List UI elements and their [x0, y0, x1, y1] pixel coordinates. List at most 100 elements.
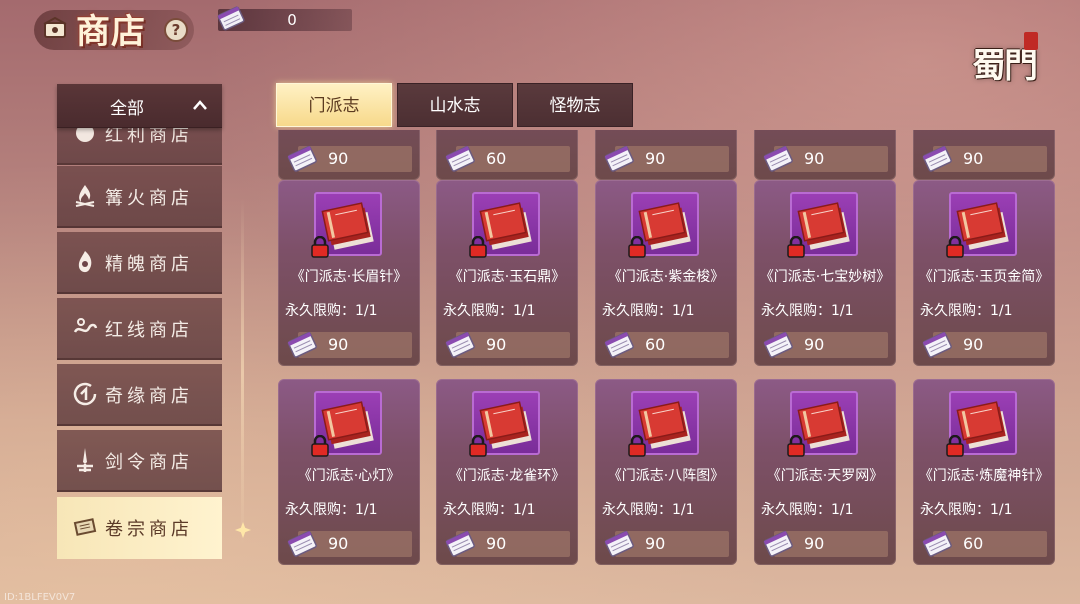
item-name: 《门派志·八阵图》: [607, 468, 725, 484]
lock-icon: [786, 434, 806, 457]
item-price: 60: [486, 149, 507, 168]
lock-icon: [786, 235, 806, 258]
purchase-limit: 永久限购：1/1: [602, 303, 695, 319]
tab-sect-records[interactable]: 门派志: [276, 83, 392, 127]
help-icon[interactable]: ?: [164, 18, 188, 42]
scroll-token-icon: [601, 140, 639, 176]
player-id: ID:1BLFEV0V7: [4, 592, 76, 603]
item-name: 《门派志·天罗网》: [766, 468, 884, 484]
item-card[interactable]: 60: [436, 130, 578, 180]
shop-stall-icon[interactable]: [42, 16, 68, 42]
fortune-icon: [73, 382, 97, 406]
item-price: 90: [804, 335, 825, 354]
logo-seal: [1024, 32, 1038, 50]
scroll-token-icon: [760, 525, 798, 561]
lock-icon: [627, 434, 647, 457]
item-card[interactable]: 90: [754, 130, 896, 180]
item-price: 90: [804, 534, 825, 553]
item-price: 90: [963, 335, 984, 354]
scroll-token-icon: [919, 140, 957, 176]
item-card[interactable]: 90: [278, 130, 420, 180]
scroll-token-icon: [442, 525, 480, 561]
item-price: 90: [645, 149, 666, 168]
item-name: 《门派志·玉页金简》: [918, 269, 1050, 285]
lock-icon: [945, 434, 965, 457]
item-price: 60: [645, 335, 666, 354]
scroll-token-icon: [284, 525, 322, 561]
tab-landscape-records[interactable]: 山水志: [397, 83, 513, 127]
item-card[interactable]: 《门派志·七宝妙树》 永久限购：1/1 90: [754, 180, 896, 366]
item-name: 《门派志·长眉针》: [290, 269, 408, 285]
scroll-token-icon: [284, 326, 322, 362]
item-price: 60: [963, 534, 984, 553]
item-card[interactable]: 《门派志·玉页金简》 永久限购：1/1 90: [913, 180, 1055, 366]
item-price: 90: [328, 335, 349, 354]
sword-icon: [77, 448, 93, 472]
item-card[interactable]: 90: [595, 130, 737, 180]
purchase-limit: 永久限购：1/1: [443, 502, 536, 518]
item-card[interactable]: 《门派志·长眉针》永久限购：1/1 90: [278, 180, 420, 366]
purchase-limit: 永久限购：1/1: [920, 502, 1013, 518]
lock-icon: [945, 235, 965, 258]
item-card[interactable]: 《门派志·心灯》永久限购：1/1 90: [278, 379, 420, 565]
lock-icon: [310, 434, 330, 457]
scroll-token-icon: [601, 326, 639, 362]
item-name: 《门派志·心灯》: [297, 468, 401, 484]
purchase-limit: 永久限购：1/1: [761, 502, 854, 518]
lock-icon: [627, 235, 647, 258]
scroll-token-icon: [442, 140, 480, 176]
item-price: 90: [645, 534, 666, 553]
red-thread-icon: [73, 318, 98, 333]
item-card[interactable]: 《门派志·炼魔神针》 永久限购：1/1 60: [913, 379, 1055, 565]
purchase-limit: 永久限购：1/1: [602, 502, 695, 518]
item-card[interactable]: 《门派志·八阵图》永久限购：1/1 90: [595, 379, 737, 565]
item-name: 《门派志·七宝妙树》: [759, 269, 891, 285]
tab-monster-records[interactable]: 怪物志: [517, 83, 633, 127]
lock-icon: [468, 235, 488, 258]
scroll-icon: [73, 518, 97, 536]
item-price: 90: [328, 149, 349, 168]
sidebar-item-campfire-shop[interactable]: 篝火商店: [57, 166, 222, 228]
sidebar-item-label: 剑令商店: [105, 452, 193, 473]
purchase-limit: 永久限购：1/1: [920, 303, 1013, 319]
sidebar-item-red-thread-shop[interactable]: 红线商店: [57, 298, 222, 360]
sidebar-item-label: 卷宗商店: [105, 519, 193, 540]
item-name: 《门派志·炼魔神针》: [918, 468, 1050, 484]
item-price: 90: [486, 534, 507, 553]
scroll-indicator-icon[interactable]: [233, 520, 253, 540]
sidebar-item-sword-token-shop[interactable]: 剑令商店: [57, 430, 222, 492]
item-card[interactable]: 《门派志·天罗网》永久限购：1/1 90: [754, 379, 896, 565]
lock-icon: [468, 434, 488, 457]
item-card[interactable]: 《门派志·龙雀环》 永久限购：1/1 90: [436, 379, 578, 565]
item-card[interactable]: 《门派志·紫金梭》永久限购：1/1 60: [595, 180, 737, 366]
scroll-token-icon: [919, 326, 957, 362]
campfire-icon: [75, 185, 95, 207]
sidebar-item-archive-shop[interactable]: 卷宗商店: [57, 497, 222, 559]
item-name: 《门派志·紫金梭》: [607, 269, 725, 285]
sidebar-item-label: 奇缘商店: [105, 386, 193, 407]
sidebar-item-soul-shop[interactable]: 精魄商店: [57, 232, 222, 294]
game-logo: 蜀門: [972, 32, 1052, 94]
item-card[interactable]: 90: [913, 130, 1055, 180]
scroll-token-icon: [601, 525, 639, 561]
purchase-limit: 永久限购：1/1: [285, 303, 378, 319]
purchase-limit: 永久限购：1/1: [761, 303, 854, 319]
scroll-token-icon: [760, 326, 798, 362]
sidebar-item-label: 篝火商店: [105, 188, 193, 209]
item-card[interactable]: 《门派志·玉石鼎》 永久限购：1/1 90: [436, 180, 578, 366]
sidebar-item-fortune-shop[interactable]: 奇缘商店: [57, 364, 222, 426]
purchase-limit: 永久限购：1/1: [443, 303, 536, 319]
scroll-token-icon: [284, 140, 322, 176]
page-title: 商店: [76, 12, 146, 52]
item-price: 90: [328, 534, 349, 553]
sidebar-scrollbar[interactable]: [241, 198, 244, 548]
scroll-token-icon: [442, 326, 480, 362]
purchase-limit: 永久限购：1/1: [285, 502, 378, 518]
item-price: 90: [963, 149, 984, 168]
currency-value: 0: [287, 11, 297, 29]
lock-icon: [310, 235, 330, 258]
item-price: 90: [486, 335, 507, 354]
soul-icon: [78, 251, 92, 273]
item-grid: 90 60 90 90 90 《门派志·长眉针》 永久限购：1/1 90 《门派志·玉石鼎》 永久…: [270, 130, 1070, 570]
chevron-up-icon[interactable]: [192, 99, 208, 111]
